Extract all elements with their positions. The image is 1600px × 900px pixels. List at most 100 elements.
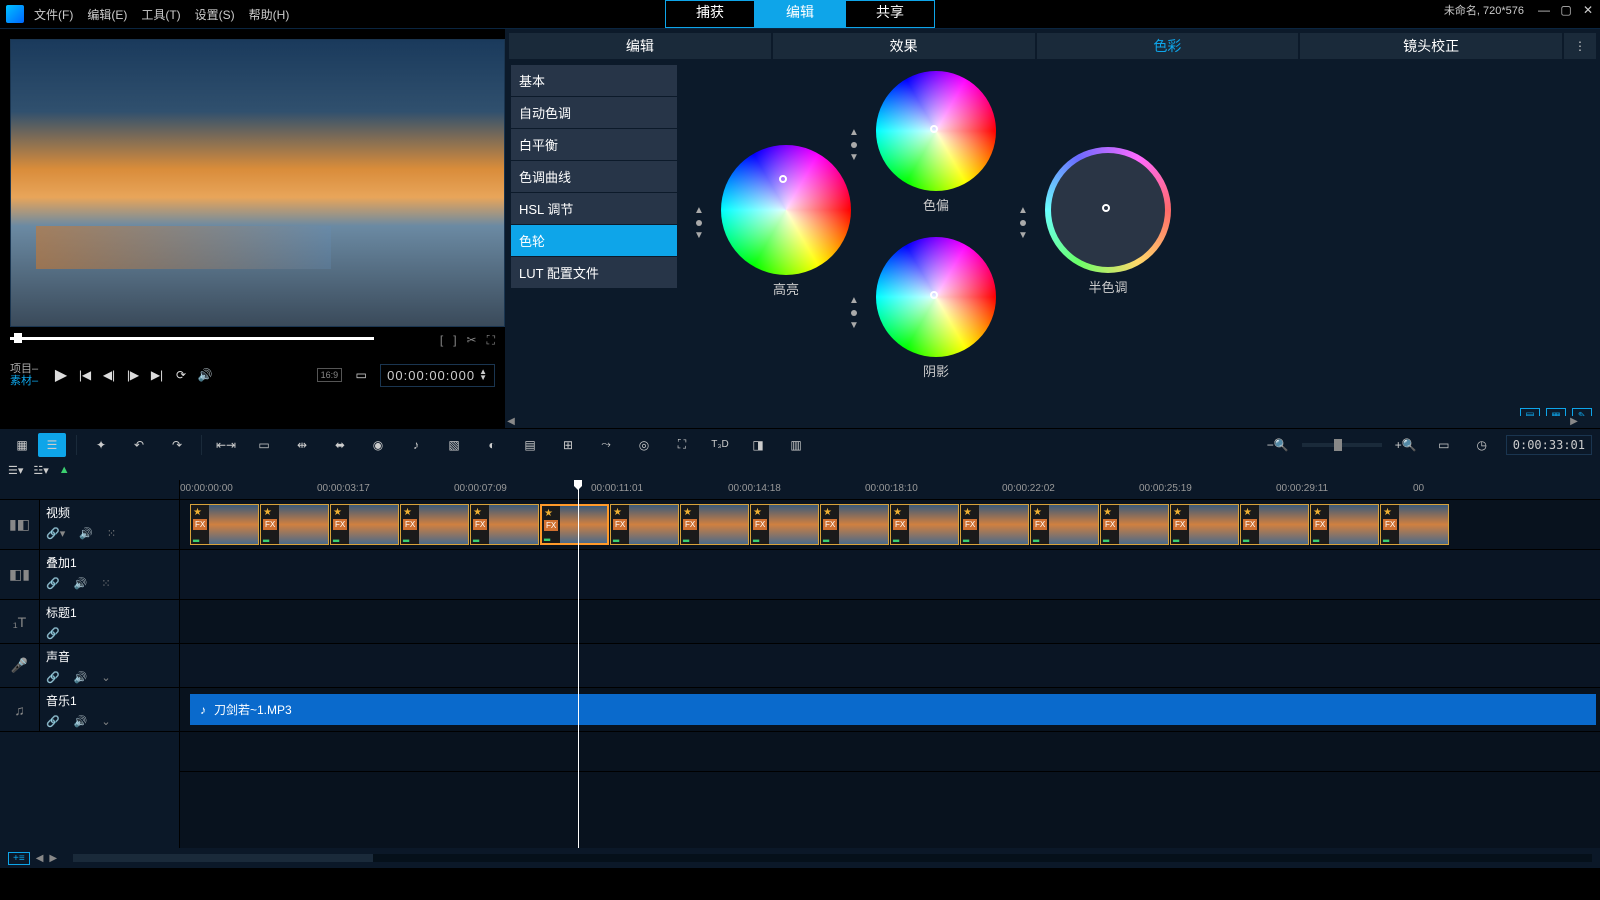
menu-help[interactable]: 帮助(H): [249, 6, 290, 23]
zoom-in-icon[interactable]: +🔍: [1392, 433, 1420, 457]
timeline-hscroll[interactable]: [73, 854, 1592, 862]
color-category-wheel[interactable]: 色轮: [511, 225, 677, 256]
tool-pan-icon[interactable]: ▧: [440, 433, 468, 457]
music-track[interactable]: ♪ 刀剑若~1.MP3: [180, 688, 1600, 732]
video-clip[interactable]: ★FX▂: [1030, 504, 1099, 545]
tool-chapter-icon[interactable]: ▤: [516, 433, 544, 457]
go-end-button[interactable]: ▶|: [146, 364, 168, 386]
maximize-button[interactable]: ▢: [1558, 2, 1574, 18]
preview-monitor[interactable]: [10, 39, 505, 327]
tool-color-icon[interactable]: ◉: [364, 433, 392, 457]
track-header-music[interactable]: ♫ 音乐1 🔗🔊⌄: [0, 688, 179, 732]
fx-dots-icon[interactable]: ⁙: [107, 527, 116, 540]
mode-project[interactable]: 项目–: [10, 363, 44, 375]
track-header-video[interactable]: ▮◧ 视频 🔗▾🔊⁙: [0, 500, 179, 550]
tool-track-motion-icon[interactable]: ◎: [630, 433, 658, 457]
video-clip[interactable]: ★FX▂: [330, 504, 399, 545]
offset-slider[interactable]: ▲▼: [849, 127, 859, 163]
link-icon[interactable]: 🔗: [46, 577, 60, 590]
go-start-button[interactable]: |◀: [74, 364, 96, 386]
video-clip[interactable]: ★FX▂: [1100, 504, 1169, 545]
timeline-ruler[interactable]: 00:00:00:0000:00:03:1700:00:07:0900:00:1…: [180, 480, 1600, 500]
wheel-shadow[interactable]: 阴影: [876, 237, 996, 380]
mode-material[interactable]: 素材–: [10, 375, 44, 387]
scroll-left-icon[interactable]: ◀: [36, 853, 44, 864]
track-header-voice[interactable]: 🎤 声音 🔗🔊⌄: [0, 644, 179, 688]
tool-ripple-icon[interactable]: ⬌: [326, 433, 354, 457]
expand-icon[interactable]: ⛶: [487, 333, 495, 348]
cut-icon[interactable]: ✂: [467, 333, 477, 348]
tool-mask-icon[interactable]: ◐: [478, 433, 506, 457]
wheel-offset[interactable]: 色偏: [876, 71, 996, 214]
title-track[interactable]: [180, 600, 1600, 644]
redo-button[interactable]: ↷: [163, 433, 191, 457]
video-clip[interactable]: ★FX▂: [680, 504, 749, 545]
zoom-out-icon[interactable]: −🔍: [1264, 433, 1292, 457]
tool-stabilize-icon[interactable]: ⛶: [668, 433, 696, 457]
tab-capture[interactable]: 捕获: [665, 0, 755, 28]
mute-icon[interactable]: 🔊: [74, 715, 88, 728]
tab-share[interactable]: 共享: [845, 0, 935, 28]
chevron-down-icon[interactable]: ⌄: [101, 715, 110, 728]
aspect-display[interactable]: 16:9: [317, 368, 343, 382]
close-button[interactable]: ✕: [1580, 2, 1596, 18]
music-clip[interactable]: ♪ 刀剑若~1.MP3: [190, 694, 1596, 725]
zoom-slider[interactable]: [1302, 443, 1382, 447]
color-category-curve[interactable]: 色调曲线: [511, 161, 677, 192]
tool-grid-icon[interactable]: ⊞: [554, 433, 582, 457]
video-clip[interactable]: ★FX▂: [1310, 504, 1379, 545]
tool-trim-icon[interactable]: ⇤⇥: [212, 433, 240, 457]
video-clip[interactable]: ★FX▂: [820, 504, 889, 545]
shadow-slider[interactable]: ▲▼: [849, 295, 859, 331]
tool-multicam-icon[interactable]: ◨: [744, 433, 772, 457]
undo-button[interactable]: ↶: [125, 433, 153, 457]
color-category-basic[interactable]: 基本: [511, 65, 677, 96]
menu-settings[interactable]: 设置(S): [195, 6, 235, 23]
resize-icon[interactable]: ▭: [350, 364, 372, 386]
video-clip[interactable]: ★FX▂: [260, 504, 329, 545]
video-clip[interactable]: ★FX▂: [470, 504, 539, 545]
panel-menu-icon[interactable]: ⋮: [1564, 33, 1596, 59]
video-clip[interactable]: ★FX▂: [1380, 504, 1449, 545]
video-clip[interactable]: ★FX▂: [1170, 504, 1239, 545]
tool-3d-title-icon[interactable]: T₃D: [706, 433, 734, 457]
mute-icon[interactable]: 🔊: [74, 671, 88, 684]
video-clip[interactable]: ★FX▂: [1240, 504, 1309, 545]
mark-in-icon[interactable]: [: [440, 333, 443, 348]
track-up-icon[interactable]: ▲: [59, 464, 70, 476]
add-track-button[interactable]: +≡: [8, 852, 30, 865]
link-icon[interactable]: 🔗▾: [46, 527, 65, 540]
color-category-lut[interactable]: LUT 配置文件: [511, 257, 677, 288]
timeline-view-button[interactable]: ☰: [38, 433, 66, 457]
minimize-button[interactable]: —: [1536, 2, 1552, 18]
tool-crop-icon[interactable]: ▭: [250, 433, 278, 457]
option-tab-color[interactable]: 色彩: [1037, 33, 1299, 59]
video-clip[interactable]: ★FX▂: [750, 504, 819, 545]
option-tab-lens[interactable]: 镜头校正: [1300, 33, 1562, 59]
track-collapse-icon[interactable]: ☳▾: [33, 464, 48, 477]
mute-icon[interactable]: 🔊: [79, 527, 93, 540]
volume-icon[interactable]: 🔊: [194, 364, 216, 386]
track-header-title[interactable]: ₁T 标题1 🔗: [0, 600, 179, 644]
tool-split-icon[interactable]: ⇹: [288, 433, 316, 457]
highlight-slider[interactable]: ▲▼: [694, 205, 704, 241]
halftone-slider[interactable]: ▲▼: [1018, 205, 1028, 241]
fx-dots-icon[interactable]: ⁙: [101, 577, 110, 590]
storyboard-view-button[interactable]: ▦: [8, 433, 36, 457]
track-header-overlay[interactable]: ◧▮ 叠加1 🔗🔊⁙: [0, 550, 179, 600]
color-category-wb[interactable]: 白平衡: [511, 129, 677, 160]
overlay-track[interactable]: [180, 550, 1600, 600]
link-icon[interactable]: 🔗: [46, 627, 60, 640]
tool-audio-icon[interactable]: ♪: [402, 433, 430, 457]
preview-scrubber[interactable]: [ ] ✂ ⛶: [10, 337, 495, 345]
chevron-down-icon[interactable]: ⌄: [101, 671, 110, 684]
menu-edit[interactable]: 编辑(E): [87, 6, 127, 23]
menu-file[interactable]: 文件(F): [34, 6, 73, 23]
video-clip[interactable]: ★FX▂: [540, 504, 609, 545]
video-clip[interactable]: ★FX▂: [400, 504, 469, 545]
loop-button[interactable]: ⟳: [170, 364, 192, 386]
option-tab-edit[interactable]: 编辑: [509, 33, 771, 59]
fit-project-icon[interactable]: ▭: [1430, 433, 1458, 457]
tool-subtitle-icon[interactable]: ▥: [782, 433, 810, 457]
link-icon[interactable]: 🔗: [46, 671, 60, 684]
